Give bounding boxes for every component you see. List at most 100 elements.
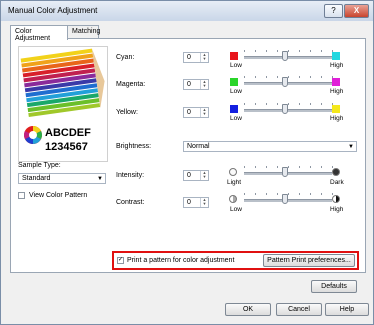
chevron-down-icon: ▼ [97, 176, 103, 182]
slider-tick [255, 166, 256, 168]
slider-tick [244, 193, 245, 195]
spin-arrows-icon[interactable]: ▲ ▼ [200, 80, 208, 89]
tab-label: Color Adjustment [15, 28, 51, 42]
spin-arrows-icon[interactable]: ▲ ▼ [200, 171, 208, 180]
intensity-slider[interactable] [244, 172, 332, 175]
color-wheel-icon [24, 126, 42, 144]
help-button[interactable]: Help [325, 303, 369, 316]
slider-tick [244, 76, 245, 78]
spin-arrows-icon[interactable]: ▲ ▼ [200, 198, 208, 207]
contrast-high-icon [332, 195, 340, 203]
cyan-high-label: High [330, 62, 344, 69]
slider-tick [299, 193, 300, 195]
slider-tick [244, 50, 245, 52]
slider-tick [321, 193, 322, 195]
slider-tick [299, 103, 300, 105]
slider-tick [255, 76, 256, 78]
slider-tick [244, 166, 245, 168]
spin-arrows-icon[interactable]: ▲ ▼ [200, 53, 208, 62]
help-icon: ? [331, 6, 336, 15]
magenta-low-label: Low [230, 88, 242, 95]
magenta-spinner[interactable]: 0 ▲ ▼ [183, 79, 209, 90]
brightness-select[interactable]: Normal ▼ [183, 141, 357, 152]
slider-tick [332, 103, 333, 105]
pattern-print-preferences-button[interactable]: Pattern Print preferences... [263, 254, 355, 267]
cyan-slider-thumb[interactable] [282, 51, 288, 61]
contrast-spinner[interactable]: 0 ▲ ▼ [183, 197, 209, 208]
intensity-spinner[interactable]: 0 ▲ ▼ [183, 170, 209, 181]
cyan-slider[interactable] [244, 56, 332, 59]
dialog-window: Manual Color Adjustment ? X Color Adjust… [0, 0, 374, 325]
magenta-slider-thumb[interactable] [282, 77, 288, 87]
view-color-pattern-label: View Color Pattern [29, 192, 88, 199]
magenta-slider[interactable] [244, 82, 332, 85]
print-pattern-checkbox[interactable]: ✓ [117, 257, 124, 264]
checkmark-icon: ✓ [118, 257, 124, 263]
help-title-button[interactable]: ? [324, 4, 343, 18]
view-color-pattern-checkbox[interactable] [18, 192, 25, 199]
preview-image: ABCDEF 1234567 [18, 46, 108, 162]
chevron-down-icon: ▼ [348, 144, 354, 150]
dark-icon [332, 168, 340, 176]
cyan-high-swatch [332, 52, 340, 60]
ok-button[interactable]: OK [225, 303, 271, 316]
slider-tick [321, 76, 322, 78]
slider-tick [277, 50, 278, 52]
magenta-high-label: High [330, 88, 344, 95]
yellow-spinner[interactable]: 0 ▲ ▼ [183, 107, 209, 118]
sample-type-select[interactable]: Standard ▼ [18, 173, 106, 184]
slider-tick [310, 76, 311, 78]
brightness-label: Brightness: [116, 143, 152, 150]
slider-tick [288, 193, 289, 195]
defaults-button[interactable]: Defaults [311, 280, 357, 293]
title-bar: Manual Color Adjustment ? X [1, 1, 373, 21]
tab-matching[interactable]: Matching [67, 25, 101, 39]
cyan-low-label: Low [230, 62, 242, 69]
cyan-value: 0 [187, 54, 191, 61]
yellow-slider[interactable] [244, 109, 332, 112]
slider-tick [310, 193, 311, 195]
light-icon [229, 168, 237, 176]
slider-tick [266, 76, 267, 78]
cyan-spinner[interactable]: 0 ▲ ▼ [183, 52, 209, 63]
yellow-high-label: High [330, 115, 344, 122]
slider-tick [321, 50, 322, 52]
tab-label: Matching [72, 28, 101, 35]
yellow-slider-thumb[interactable] [282, 104, 288, 114]
slider-tick [321, 103, 322, 105]
magenta-label: Magenta: [116, 81, 146, 88]
contrast-label: Contrast: [116, 199, 145, 206]
brightness-value: Normal [187, 143, 210, 150]
yellow-high-swatch [332, 105, 340, 113]
slider-tick [244, 103, 245, 105]
spin-arrows-icon[interactable]: ▲ ▼ [200, 108, 208, 117]
sample-type-value: Standard [22, 175, 51, 182]
slider-tick [255, 103, 256, 105]
slider-tick [266, 193, 267, 195]
contrast-low-icon [229, 195, 237, 203]
cancel-button[interactable]: Cancel [276, 303, 322, 316]
preview-text-line2: 1234567 [45, 141, 88, 153]
intensity-high-label: Dark [330, 179, 344, 186]
slider-tick [255, 50, 256, 52]
print-pattern-label: Print a pattern for color adjustment [127, 257, 235, 264]
contrast-slider-thumb[interactable] [282, 194, 288, 204]
window-title: Manual Color Adjustment [8, 6, 98, 15]
close-button[interactable]: X [344, 4, 369, 18]
slider-tick [255, 193, 256, 195]
slider-tick [299, 76, 300, 78]
slider-tick [288, 50, 289, 52]
slider-tick [332, 193, 333, 195]
magenta-low-swatch [230, 78, 238, 86]
contrast-slider[interactable] [244, 199, 332, 202]
intensity-slider-thumb[interactable] [282, 167, 288, 177]
slider-tick [321, 166, 322, 168]
intensity-low-label: Light [227, 179, 242, 186]
preview-text-line1: ABCDEF [45, 127, 91, 139]
slider-tick [266, 103, 267, 105]
slider-tick [277, 193, 278, 195]
magenta-value: 0 [187, 81, 191, 88]
tab-color-adjustment[interactable]: Color Adjustment [10, 25, 68, 42]
yellow-low-label: Low [230, 115, 242, 122]
slider-tick [277, 103, 278, 105]
